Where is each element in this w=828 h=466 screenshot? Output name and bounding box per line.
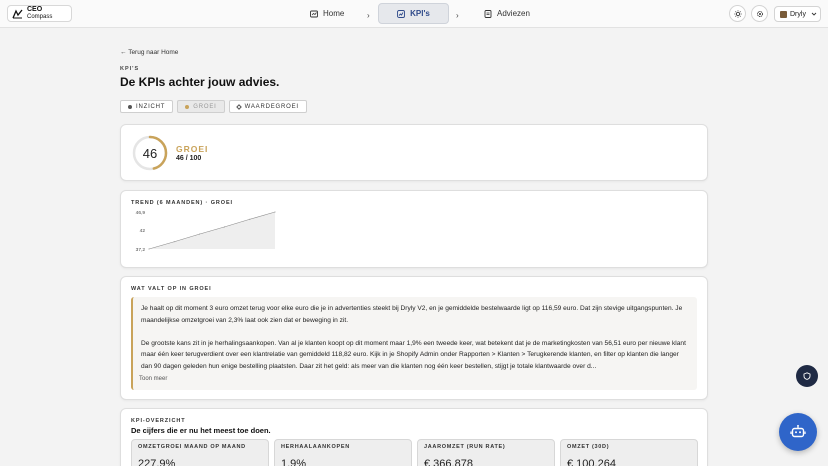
store-icon (780, 10, 787, 18)
filter-label: GROEI (193, 103, 217, 110)
y-tick-label: 42 (140, 228, 146, 234)
filter-waardegroei[interactable]: WAARDEGROEI (228, 100, 307, 113)
settings-button[interactable] (751, 5, 768, 22)
filter-inzicht[interactable]: INZICHT (120, 100, 174, 113)
sun-icon (733, 9, 742, 18)
help-button[interactable] (796, 365, 818, 387)
kpi-tile[interactable]: OMZETGROEI MAAND OP MAAND 227,9% (131, 439, 269, 466)
category-filters: INZICHT GROEI WAARDEGROEI (120, 100, 307, 113)
brand-selector[interactable]: Dryly (774, 6, 821, 22)
nav-advice-label: Adviezen (497, 9, 530, 18)
score-card: 46 GROEI 46 / 100 (120, 124, 708, 181)
kpi-value: € 366.878 (424, 458, 473, 466)
kpi-label: OMZETGROEI MAAND OP MAAND (138, 444, 246, 450)
kpi-chart-icon (397, 9, 406, 18)
trend-point (173, 241, 175, 243)
trend-card: TREND (6 MAANDEN) · GROEI 46,9 42 37,2 (120, 190, 708, 268)
y-tick-label: 46,9 (136, 210, 146, 216)
y-tick-label: 37,2 (136, 247, 146, 253)
brand-name: Dryly (790, 10, 806, 18)
assistant-chat-button[interactable] (779, 413, 817, 451)
gear-icon (756, 10, 763, 17)
insight-title: WAT VALT OP IN GROEI (131, 286, 212, 292)
kpi-value: 1,9% (281, 458, 307, 466)
nav-kpis-label: KPI's (410, 9, 430, 18)
kpi-tiles: OMZETGROEI MAAND OP MAAND 227,9% HERHAAL… (131, 439, 698, 466)
diamond-icon (235, 103, 242, 110)
score-value: 46 (142, 145, 158, 161)
page-eyebrow: KPI'S (120, 66, 140, 72)
nav-advice[interactable]: Adviezen (476, 3, 538, 24)
top-bar: CEO Compass Home › KPI's › Adviezen Dryl… (0, 0, 828, 28)
filter-label: INZICHT (136, 103, 166, 110)
trend-point (249, 218, 251, 220)
chevron-down-icon (811, 12, 817, 16)
trend-point (198, 233, 200, 235)
dot-icon (128, 104, 132, 109)
score-label: GROEI (176, 144, 209, 154)
shield-icon (803, 372, 811, 380)
robot-icon (790, 424, 806, 438)
kpi-label: OMZET (30D) (567, 444, 610, 450)
nav-separator: › (456, 11, 459, 20)
nav-home[interactable]: Home (302, 3, 352, 24)
nav-kpis[interactable]: KPI's (378, 3, 449, 24)
dot-icon (185, 104, 190, 109)
insight-card: WAT VALT OP IN GROEI Je haalt op dit mom… (120, 276, 708, 400)
dashboard-icon (310, 10, 318, 17)
kpi-value: € 100.264 (567, 458, 616, 466)
kpi-overview-subtitle: De cijfers die er nu het meest toe doen. (131, 426, 271, 435)
filter-groei[interactable]: GROEI (177, 100, 225, 113)
kpi-tile[interactable]: HERHAALAANKOPEN 1,9% (274, 439, 412, 466)
trend-title: TREND (6 MAANDEN) · GROEI (131, 200, 233, 206)
kpi-tile[interactable]: JAAROMZET (RUN RATE) € 366.878 (417, 439, 555, 466)
show-more-link[interactable]: Toon meer (139, 376, 167, 382)
trend-point (148, 248, 150, 250)
kpi-value: 227,9% (138, 458, 176, 466)
page-title: De KPIs achter jouw advies. (120, 75, 280, 89)
theme-toggle-button[interactable] (729, 5, 746, 22)
nav-home-label: Home (323, 9, 345, 18)
trend-point (274, 211, 276, 213)
kpi-tile[interactable]: OMZET (30D) € 100.264 (560, 439, 698, 466)
document-icon (484, 9, 492, 18)
trend-chart: 46,9 42 37,2 (136, 210, 276, 253)
kpi-overview-title: KPI-OVERZICHT (131, 418, 186, 424)
insight-paragraph: Je haalt op dit moment 3 euro omzet teru… (141, 305, 683, 324)
main-nav: Home › KPI's › Adviezen (0, 3, 828, 24)
insight-paragraph: De grootste kans zit in je herhalingsaan… (141, 339, 686, 370)
kpi-label: JAAROMZET (RUN RATE) (424, 444, 506, 450)
nav-separator: › (367, 11, 370, 20)
trend-point (224, 226, 226, 228)
kpi-overview-card: KPI-OVERZICHT De cijfers die er nu het m… (120, 408, 708, 466)
score-fraction: 46 / 100 (176, 155, 202, 162)
back-link[interactable]: ← Terug naar Home (120, 49, 178, 56)
filter-label: WAARDEGROEI (244, 103, 299, 110)
kpi-label: HERHAALAANKOPEN (281, 444, 350, 450)
insight-text-block: Je haalt op dit moment 3 euro omzet teru… (131, 297, 697, 390)
